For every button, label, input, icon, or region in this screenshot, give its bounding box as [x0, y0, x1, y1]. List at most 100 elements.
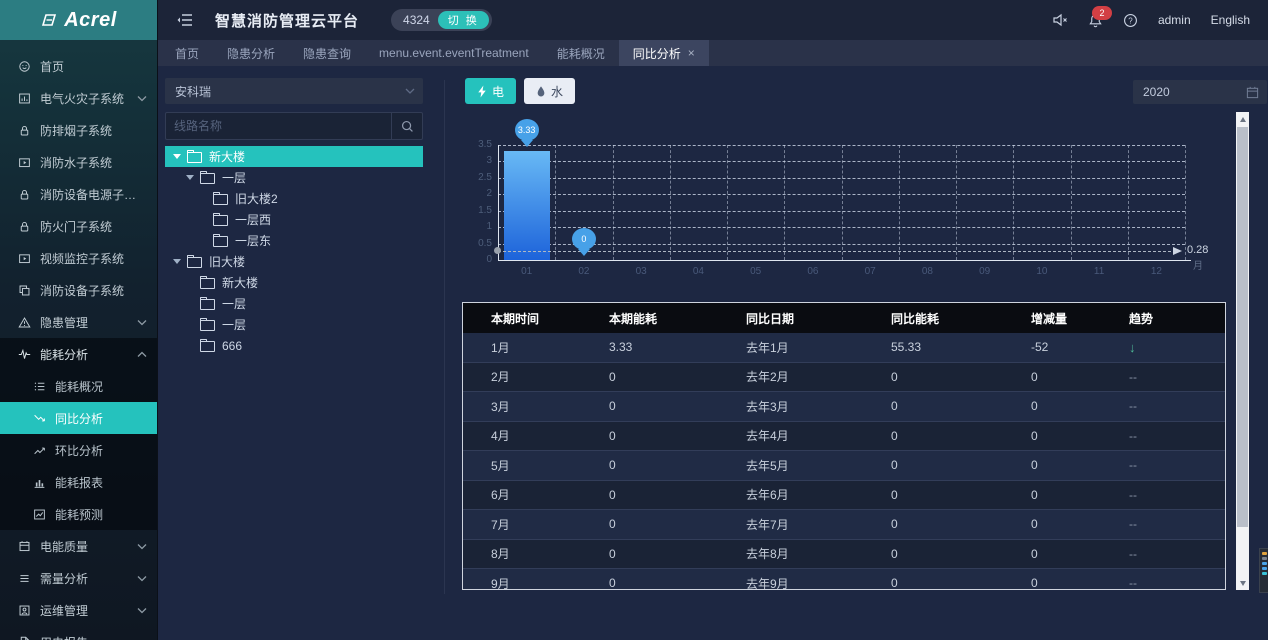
tab-item-3[interactable]: menu.event.eventTreatment [365, 40, 543, 66]
scroll-marker-strip [1259, 548, 1268, 593]
sidebar-subitem-9-1[interactable]: 同比分析 [0, 402, 157, 434]
year-picker[interactable]: 2020 [1133, 80, 1267, 104]
tree-node-8[interactable]: 一层 [165, 314, 423, 335]
tree-node-5[interactable]: 旧大楼 [165, 251, 423, 272]
comparison-table-container: 本期时间本期能耗同比日期同比能耗增减量趋势 1月3.33去年1月55.33-52… [462, 302, 1226, 590]
lock-icon [18, 220, 31, 233]
tab-item-1[interactable]: 隐患分析 [213, 40, 289, 66]
tree-node-2[interactable]: 旧大楼2 [165, 188, 423, 209]
folder-icon [200, 173, 215, 184]
switch-button[interactable]: 切 换 [438, 11, 489, 29]
sidebar-subitem-9-0[interactable]: 能耗概况 [0, 370, 157, 402]
average-line [498, 251, 1171, 252]
scrollbar-thumb[interactable] [1237, 127, 1248, 527]
water-label: 水 [551, 83, 563, 100]
tab-label: 同比分析 [633, 45, 681, 62]
chevron-down-icon [137, 95, 147, 102]
sidebar-item-4[interactable]: 消防设备电源子系统 [0, 178, 157, 210]
sidebar-item-label: 需量分析 [40, 570, 137, 587]
table-cell: 0 [863, 480, 1003, 510]
sidebar-item-13[interactable]: 用电报告 [0, 626, 157, 640]
table-cell: 0 [581, 362, 718, 392]
sidebar-item-label: 运维管理 [40, 602, 137, 619]
x-axis-tick: 07 [850, 266, 890, 277]
tab-item-4[interactable]: 能耗概况 [543, 40, 619, 66]
scroll-up-icon[interactable] [1236, 112, 1249, 126]
table-cell: 去年1月 [718, 333, 863, 362]
tree-node-7[interactable]: 一层 [165, 293, 423, 314]
tree-node-1[interactable]: 一层 [165, 167, 423, 188]
svg-text:?: ? [1128, 16, 1133, 25]
sidebar-item-2[interactable]: 防排烟子系统 [0, 114, 157, 146]
sidebar-item-6[interactable]: 视频监控子系统 [0, 242, 157, 274]
v-gridline [842, 145, 843, 260]
tree-node-3[interactable]: 一层西 [165, 209, 423, 230]
table-cell: 0 [581, 510, 718, 540]
tab-item-0[interactable]: 首页 [161, 40, 213, 66]
table-cell: 去年6月 [718, 480, 863, 510]
speaker-icon[interactable] [1052, 13, 1068, 27]
chart-line-icon [33, 508, 46, 521]
x-axis-tick: 06 [793, 266, 833, 277]
sidebar-subitem-label: 能耗概况 [55, 378, 103, 395]
tree-caret-icon[interactable] [173, 154, 181, 159]
trend-none-glyph: -- [1129, 517, 1137, 531]
home-icon [18, 60, 31, 73]
sidebar-subitem-9-2[interactable]: 环比分析 [0, 434, 157, 466]
tree-node-label: 666 [222, 339, 242, 353]
sidebar-item-10[interactable]: 电能质量 [0, 530, 157, 562]
help-icon[interactable]: ? [1123, 13, 1138, 28]
tree-node-4[interactable]: 一层东 [165, 230, 423, 251]
sidebar-item-label: 电能质量 [40, 538, 137, 555]
folder-icon [213, 236, 228, 247]
table-cell: 0 [863, 539, 1003, 569]
search-input[interactable] [166, 113, 391, 139]
tab-close-icon[interactable]: × [688, 46, 695, 60]
tree-caret-icon[interactable] [173, 259, 181, 264]
tree-node-9[interactable]: 666 [165, 335, 423, 356]
table-cell: 55.33 [863, 333, 1003, 362]
sidebar-subitem-9-4[interactable]: 能耗预测 [0, 498, 157, 530]
tree-node-6[interactable]: 新大楼 [165, 272, 423, 293]
x-axis-tick: 09 [965, 266, 1005, 277]
table-row: 8月0去年8月00-- [463, 539, 1225, 569]
sidebar-item-7[interactable]: 消防设备子系统 [0, 274, 157, 306]
tab-item-2[interactable]: 隐患查询 [289, 40, 365, 66]
x-axis-tick: 11 [1079, 266, 1119, 277]
sidebar-item-9[interactable]: 能耗分析 [0, 338, 157, 370]
search-icon[interactable] [391, 113, 422, 139]
menu-collapse-icon[interactable] [177, 13, 193, 27]
tab-item-5[interactable]: 同比分析 × [619, 40, 709, 66]
x-axis-tick: 01 [507, 266, 547, 277]
table-cell: 0 [1003, 451, 1101, 481]
language-switch[interactable]: English [1211, 13, 1250, 27]
x-axis-line [498, 260, 1191, 261]
x-axis-tick: 08 [907, 266, 947, 277]
sidebar-item-0[interactable]: 首页 [0, 50, 157, 82]
tree-caret-icon[interactable] [186, 175, 194, 180]
trend-cell: -- [1101, 510, 1225, 540]
sidebar-item-12[interactable]: 运维管理 [0, 594, 157, 626]
table-row: 6月0去年6月00-- [463, 480, 1225, 510]
table-cell: 6月 [463, 480, 581, 510]
sidebar-item-11[interactable]: 需量分析 [0, 562, 157, 594]
user-menu[interactable]: admin [1158, 13, 1191, 27]
trend-cell: -- [1101, 480, 1225, 510]
sidebar-item-3[interactable]: 消防水子系统 [0, 146, 157, 178]
table-cell: 0 [581, 480, 718, 510]
folder-icon [200, 278, 215, 289]
sidebar-subitem-9-3[interactable]: 能耗报表 [0, 466, 157, 498]
vertical-scrollbar[interactable] [1236, 112, 1249, 590]
sidebar-item-1[interactable]: 电气火灾子系统 [0, 82, 157, 114]
water-toggle-button[interactable]: 水 [524, 78, 575, 104]
company-select[interactable]: 安科瑞 [165, 78, 423, 104]
sidebar-item-8[interactable]: 隐患管理 [0, 306, 157, 338]
table-cell: 0 [863, 421, 1003, 451]
table-header-cell: 同比日期 [718, 303, 863, 333]
sidebar-item-5[interactable]: 防火门子系统 [0, 210, 157, 242]
scroll-down-icon[interactable] [1236, 576, 1249, 590]
bell-icon[interactable]: 2 [1088, 13, 1103, 28]
tree-node-0[interactable]: 新大楼 [165, 146, 423, 167]
sidebar-menu: 首页电气火灾子系统防排烟子系统消防水子系统消防设备电源子系统防火门子系统视频监控… [0, 50, 157, 640]
electric-toggle-button[interactable]: 电 [465, 78, 516, 104]
